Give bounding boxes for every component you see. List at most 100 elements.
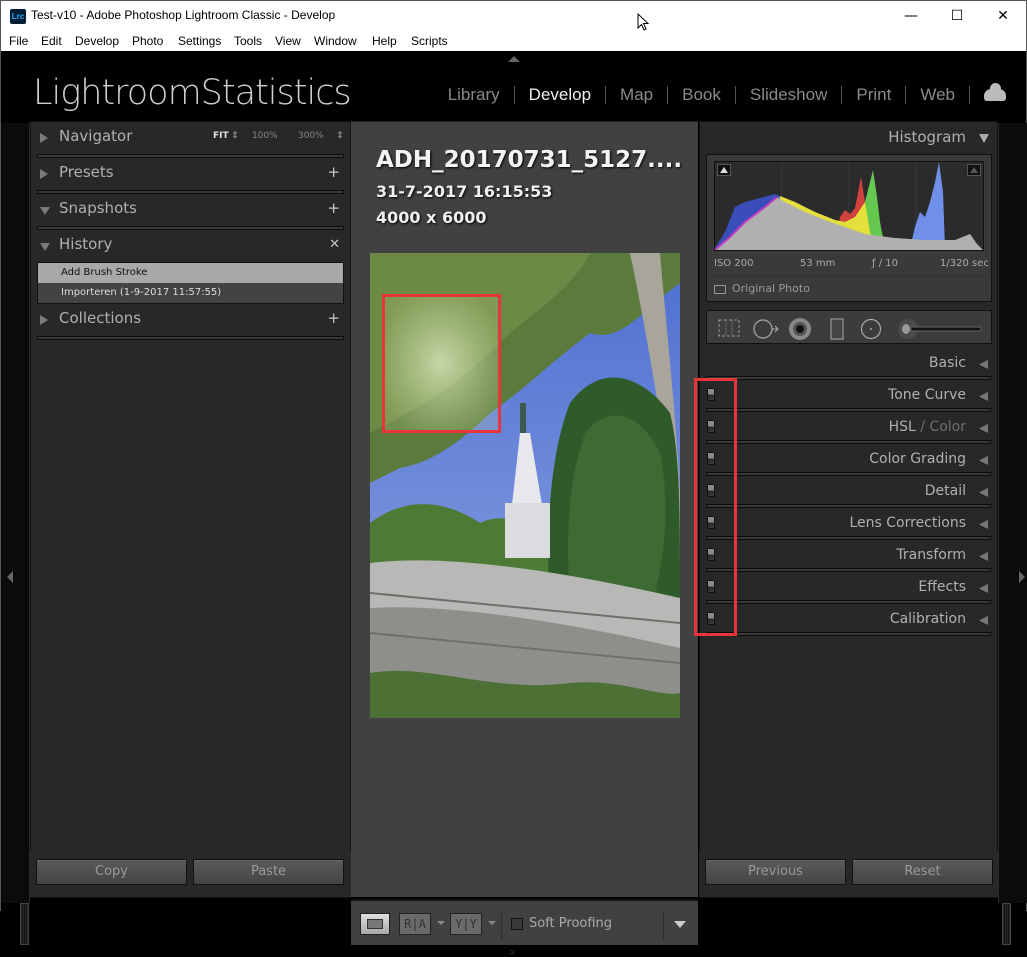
expand-left-arrow-icon (979, 360, 988, 369)
filmstrip-toggle-icon[interactable]: ⁙ (509, 948, 516, 957)
swap-before-after-button[interactable]: Y|Y (450, 913, 482, 935)
module-develop[interactable]: Develop (515, 85, 605, 105)
photo-preview[interactable] (370, 253, 680, 718)
snapshots-header[interactable]: Snapshots + (31, 194, 350, 226)
zoom-fit-stepper-icon[interactable]: ⇕ (231, 131, 239, 141)
histogram[interactable] (714, 161, 984, 251)
snapshots-title: Snapshots (59, 199, 137, 217)
loupe-view-button[interactable] (360, 913, 390, 935)
expand-left-arrow-icon (979, 488, 988, 497)
reset-button[interactable]: Reset (852, 859, 993, 885)
maximize-button[interactable]: ☐ (934, 1, 980, 31)
soft-proofing-checkbox[interactable] (511, 918, 523, 930)
add-preset-icon[interactable]: + (327, 163, 340, 181)
collections-title: Collections (59, 309, 142, 327)
toolbar-options-dropdown-icon[interactable] (674, 921, 686, 928)
left-panel-edge[interactable] (1, 123, 30, 903)
highlight-clipping-toggle[interactable] (967, 164, 981, 176)
minimize-button[interactable]: — (888, 1, 934, 31)
add-collection-icon[interactable]: + (327, 309, 340, 327)
panel-divider (37, 336, 344, 340)
close-button[interactable]: ✕ (980, 1, 1026, 31)
crop-overlay-icon[interactable] (717, 318, 741, 338)
original-photo-label[interactable]: Original Photo (732, 282, 810, 295)
module-book[interactable]: Book (668, 85, 735, 105)
adjustment-brush-icon[interactable] (897, 318, 987, 340)
collapse-right-panel-icon[interactable] (1019, 571, 1025, 583)
history-title: History (59, 235, 113, 253)
expand-left-arrow-icon (979, 520, 988, 529)
history-header[interactable]: History ✕ (31, 230, 350, 262)
previous-button[interactable]: Previous (705, 859, 846, 885)
hsl-tab[interactable]: HSL (889, 419, 916, 435)
menu-window[interactable]: Window (314, 34, 357, 48)
section-title: Basic (928, 355, 966, 371)
menu-develop[interactable]: Develop (75, 34, 119, 48)
soft-proofing-label[interactable]: Soft Proofing (529, 916, 612, 931)
presets-title: Presets (59, 163, 114, 181)
red-eye-icon[interactable] (788, 318, 812, 342)
copy-button[interactable]: Copy (36, 859, 187, 885)
section-title: HSL / Color (889, 419, 966, 435)
menu-edit[interactable]: Edit (41, 34, 62, 48)
expand-triangle-icon (40, 315, 48, 325)
menu-file[interactable]: File (9, 34, 28, 48)
before-after-button[interactable]: R|A (399, 913, 431, 935)
menu-view[interactable]: View (275, 34, 301, 48)
before-after-dropdown-icon[interactable] (437, 921, 445, 925)
shadow-clipping-toggle[interactable] (717, 164, 731, 176)
paste-button[interactable]: Paste (193, 859, 344, 885)
left-panel-resize-handle[interactable] (20, 903, 29, 945)
section-hsl-color[interactable]: HSL / Color (700, 412, 997, 444)
presets-header[interactable]: Presets + (31, 158, 350, 190)
navigator-title: Navigator (59, 127, 133, 145)
module-print[interactable]: Print (842, 85, 905, 105)
section-tone-curve[interactable]: Tone Curve (700, 380, 997, 412)
section-lens-corrections[interactable]: Lens Corrections (700, 508, 997, 540)
swap-dropdown-icon[interactable] (488, 921, 496, 925)
navigator-header[interactable]: Navigator FIT ⇕ 100% 300% ⇕ (31, 122, 350, 154)
menu-settings[interactable]: Settings (178, 34, 221, 48)
module-web[interactable]: Web (906, 85, 969, 105)
module-slideshow[interactable]: Slideshow (736, 85, 842, 105)
menu-scripts[interactable]: Scripts (411, 34, 448, 48)
collapse-left-panel-icon[interactable] (7, 571, 13, 583)
menu-tools[interactable]: Tools (234, 34, 262, 48)
section-detail[interactable]: Detail (700, 476, 997, 508)
history-item[interactable]: Importeren (1-9-2017 11:57:55) (38, 283, 343, 303)
clear-history-icon[interactable]: ✕ (329, 237, 340, 252)
right-panel-resize-handle[interactable] (1002, 903, 1011, 945)
histogram-collapse-icon[interactable] (979, 134, 989, 143)
original-photo-checkbox[interactable] (714, 285, 726, 294)
section-calibration[interactable]: Calibration (700, 604, 997, 636)
collections-header[interactable]: Collections + (31, 304, 350, 336)
graduated-filter-icon[interactable] (828, 318, 846, 340)
menu-help[interactable]: Help (372, 34, 397, 48)
module-library[interactable]: Library (434, 85, 514, 105)
spot-removal-icon[interactable] (753, 318, 781, 340)
histogram-title[interactable]: Histogram (888, 128, 966, 146)
zoom-100[interactable]: 100% (252, 131, 278, 141)
history-item[interactable]: Add Brush Stroke (38, 263, 343, 283)
zoom-300[interactable]: 300% (298, 131, 324, 141)
section-title: Lens Corrections (849, 515, 966, 531)
brush-stroke-highlight (382, 294, 501, 433)
cloud-sync-icon[interactable] (984, 83, 1006, 101)
panel-divider (706, 632, 991, 636)
exif-aperture: ƒ / 10 (872, 258, 898, 269)
radial-filter-icon[interactable] (859, 318, 883, 340)
highlight-clipping-icon (970, 167, 978, 173)
zoom-fit[interactable]: FIT (213, 131, 229, 141)
zoom-custom-stepper-icon[interactable]: ⇕ (336, 131, 344, 141)
section-color-grading[interactable]: Color Grading (700, 444, 997, 476)
module-map[interactable]: Map (606, 85, 667, 105)
top-panel-toggle-icon[interactable] (508, 56, 520, 62)
right-panel-edge[interactable] (998, 123, 1027, 903)
section-transform[interactable]: Transform (700, 540, 997, 572)
section-basic[interactable]: Basic (700, 348, 997, 380)
color-tab[interactable]: / Color (916, 419, 966, 435)
section-effects[interactable]: Effects (700, 572, 997, 604)
add-snapshot-icon[interactable]: + (327, 199, 340, 217)
right-panel: Histogram ISO 200 53 mm ƒ / 10 1/320 sec… (694, 121, 998, 898)
menu-photo[interactable]: Photo (132, 34, 163, 48)
